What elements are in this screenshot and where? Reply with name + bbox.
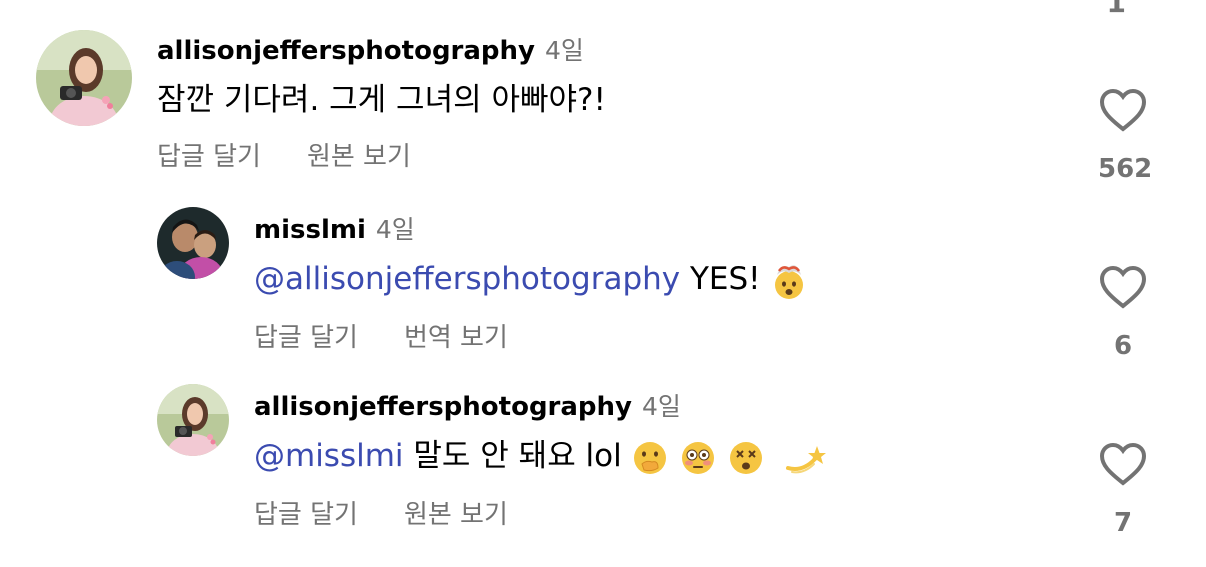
avatar[interactable] — [157, 384, 229, 456]
profile-photo-woman-camera — [36, 30, 132, 126]
reply-button[interactable]: 답글 달기 — [254, 494, 358, 531]
avatar[interactable] — [36, 30, 132, 126]
heart-icon[interactable] — [1098, 88, 1148, 132]
like-count: 6 — [1113, 331, 1133, 361]
reply-button[interactable]: 답글 달기 — [254, 317, 358, 354]
timestamp: 4일 — [642, 392, 681, 421]
username[interactable]: allisonjeffersphotography — [254, 392, 632, 422]
username[interactable]: misslmi — [254, 215, 366, 245]
comment-body: YES! — [680, 261, 761, 297]
like-count: 7 — [1113, 508, 1133, 538]
mention-link[interactable]: @misslmi — [254, 438, 404, 474]
comments-panel: 1 allisonjeffersphotography 4일 잠깐 기다려. 그게… — [0, 0, 1206, 567]
reply-button[interactable]: 답글 달기 — [157, 136, 261, 173]
timestamp: 4일 — [375, 215, 415, 244]
like-group: 6 — [1098, 265, 1148, 361]
heart-icon[interactable] — [1098, 265, 1148, 309]
dizzy-face-emoji — [726, 438, 766, 478]
like-group: 562 — [1098, 88, 1153, 184]
comment-text: @allisonjeffersphotography YES! — [254, 259, 809, 301]
comment-text: 잠깐 기다려. 그게 그녀의 아빠야?! — [157, 82, 606, 118]
avatar[interactable] — [157, 207, 229, 279]
see-original-button[interactable]: 원본 보기 — [404, 494, 508, 531]
like-count: 562 — [1098, 154, 1153, 184]
exploding-head-emoji — [769, 261, 809, 301]
see-original-button[interactable]: 원본 보기 — [307, 136, 411, 173]
like-group: 7 — [1098, 442, 1148, 538]
heart-icon[interactable] — [1098, 442, 1148, 486]
partial-like-count: 1 — [1106, 0, 1126, 19]
dizzy-star-emoji — [784, 438, 828, 478]
flushed-face-emoji — [678, 438, 718, 478]
timestamp: 4일 — [545, 36, 584, 65]
username[interactable]: allisonjeffersphotography — [157, 36, 535, 66]
see-translation-button[interactable]: 번역 보기 — [404, 317, 508, 354]
profile-photo-woman-camera — [157, 384, 229, 456]
face-with-hand-over-mouth-emoji — [630, 438, 670, 478]
mention-link[interactable]: @allisonjeffersphotography — [254, 261, 680, 297]
comment-body: 말도 안 돼요 lol — [403, 438, 622, 474]
profile-photo-two-people — [157, 207, 229, 279]
comment-text: @misslmi 말도 안 돼요 lol — [254, 436, 828, 478]
